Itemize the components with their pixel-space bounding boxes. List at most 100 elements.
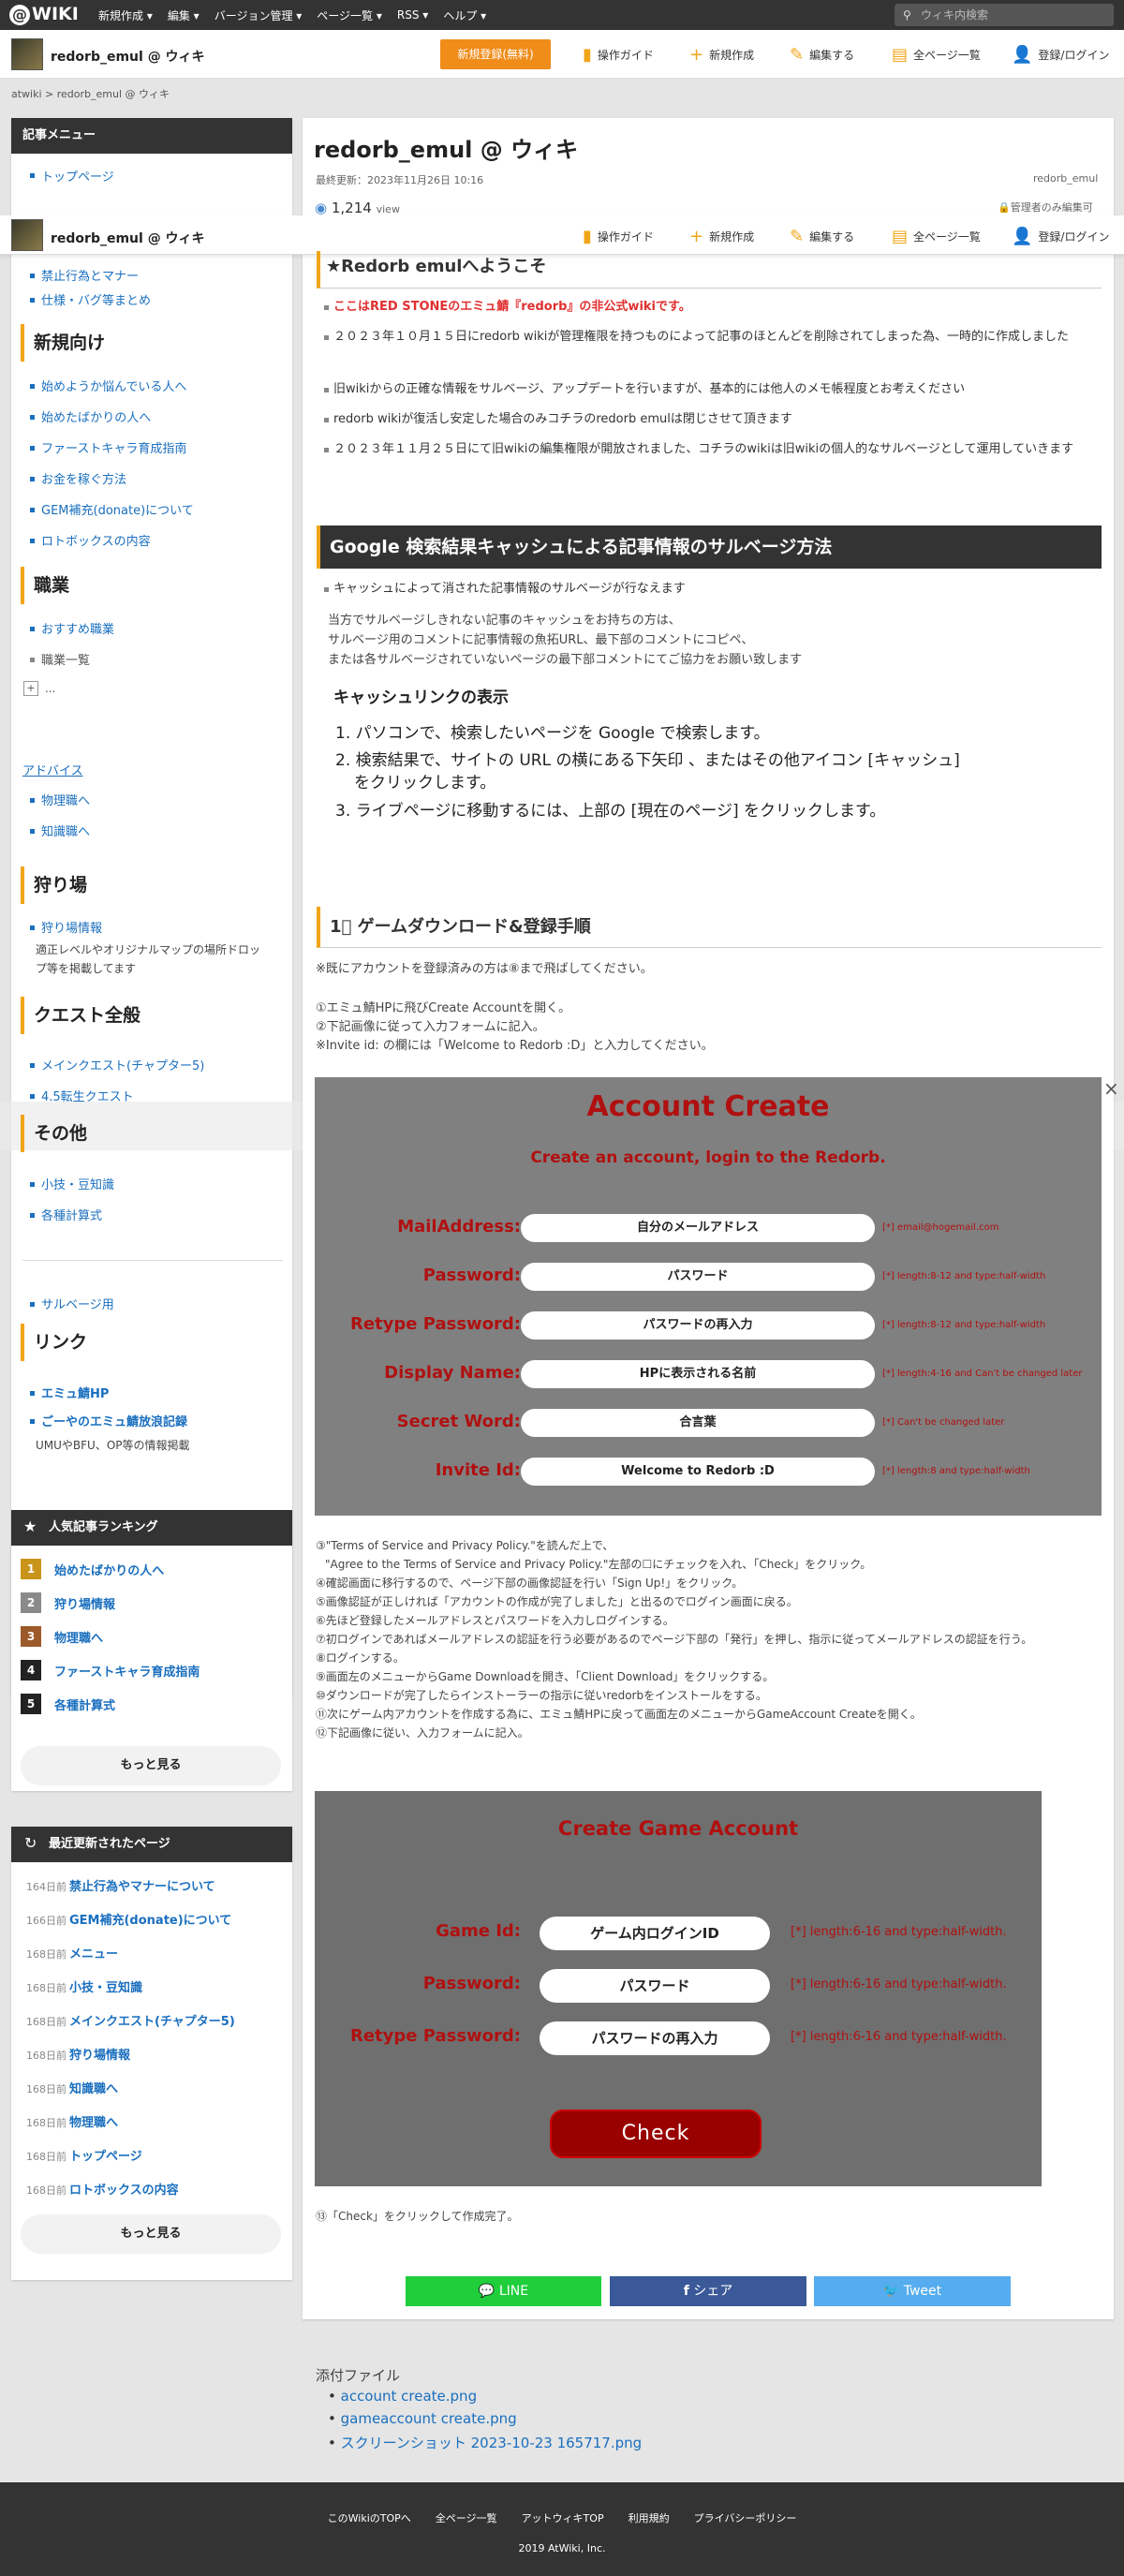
document-icon: ▤	[892, 44, 909, 65]
check-button-image: Check	[550, 2110, 762, 2158]
nav-pages[interactable]: ページ一覧 ▾	[317, 7, 382, 23]
recent-item[interactable]: 166日前 GEM補充(donate)について	[26, 1910, 231, 1928]
field-note: [*] length:8-12 and type:half-width	[882, 1271, 1046, 1281]
guide-link[interactable]: ▮ 操作ガイド	[583, 46, 654, 63]
recent-item[interactable]: 168日前 ロトボックスの内容	[26, 2180, 179, 2198]
footer-link[interactable]: このWikiのTOPへ	[328, 2510, 411, 2525]
field-note: [*] length:6-16 and type:half-width.	[791, 1977, 1007, 1991]
new-page-link[interactable]: + 新規作成	[689, 228, 754, 244]
site-logo-image[interactable]	[11, 219, 43, 251]
cache-para: 当方でサルベージしきれない記事のキャッシュをお持ちの方は、	[328, 614, 681, 628]
recent-more-button[interactable]: もっと見る	[21, 2214, 281, 2254]
footer-link[interactable]: 全ページ一覧	[436, 2510, 497, 2525]
site-header: redorb_emul @ ウィキ 新規登録(無料) ▮ 操作ガイド + 新規作成 …	[0, 30, 1124, 79]
nav-help[interactable]: ヘルプ ▾	[443, 7, 486, 23]
attachment-link[interactable]: • スクリーンショット 2023-10-23 165717.png	[328, 2433, 642, 2452]
new-page-link[interactable]: + 新規作成	[689, 46, 754, 63]
intro-line: 旧wikiからの正確な情報をサルベージ、アップデートを行いますが、基本的には他人…	[324, 380, 1092, 399]
sidebar-item[interactable]: 物理職へ	[41, 791, 90, 808]
sidebar-item[interactable]: ファーストキャラ育成指南	[41, 438, 186, 456]
sidebar-item[interactable]: 各種計算式	[41, 1206, 102, 1223]
sidebar-item[interactable]: お金を稼ぐ方法	[41, 469, 126, 487]
all-pages-link[interactable]: ▤ 全ページ一覧	[892, 228, 981, 244]
ranking-item[interactable]: 5 各種計算式	[21, 1694, 115, 1714]
nav-edit[interactable]: 編集 ▾	[168, 7, 200, 23]
sidebar-item[interactable]: ロトボックスの内容	[41, 531, 151, 549]
twitter-share-button[interactable]: 🐦 Tweet	[814, 2276, 1011, 2306]
game-account-image: Create Game Account Game Id: ゲーム内ログインID …	[315, 1791, 1042, 2186]
facebook-share-button[interactable]: f シェア	[610, 2276, 806, 2306]
footer-link[interactable]: アットウィキTOP	[522, 2510, 604, 2525]
footer-link[interactable]: プライバシーポリシー	[694, 2510, 797, 2525]
field-note: [*] length:6-16 and type:half-width.	[791, 1925, 1007, 1939]
recent-item[interactable]: 168日前 物理職へ	[26, 2112, 118, 2130]
cache-bullet: キャッシュによって消された記事情報のサルベージが行なえます	[324, 580, 1083, 599]
sidebar-item[interactable]: 知識職へ	[41, 822, 90, 839]
hunting-note: 適正レベルやオリジナルマップの場所ドロップ等を掲載してます	[36, 943, 261, 975]
sidebar-item[interactable]: 狩り場情報	[41, 918, 102, 936]
recent-item[interactable]: 168日前 メインクエスト(チャプター5)	[26, 2011, 235, 2029]
star-icon: ★	[23, 1517, 37, 1535]
sidebar-item[interactable]: 始めようか悩んでいる人へ	[41, 377, 186, 394]
sidebar-item-salvage[interactable]: サルベージ用	[41, 1295, 114, 1312]
field-label: Display Name:	[384, 1363, 521, 1383]
search-input[interactable]: ⚲ ウィキ内検索	[895, 4, 1114, 26]
attachment-link[interactable]: • account create.png	[328, 2388, 477, 2405]
edit-link[interactable]: ✎ 編集する	[790, 228, 854, 244]
all-pages-link[interactable]: ▤ 全ページ一覧	[892, 44, 981, 65]
footer-link[interactable]: 利用規約	[629, 2510, 670, 2525]
field-label: Retype Password:	[349, 2026, 521, 2046]
welcome-heading: ★Redorb emulへようこそ	[317, 251, 1102, 289]
register-button[interactable]: 新規登録(無料)	[440, 39, 551, 69]
guide-link[interactable]: ▮ 操作ガイド	[583, 228, 654, 244]
sidebar-item-top[interactable]: トップページ	[41, 167, 114, 185]
login-link[interactable]: 👤 登録/ログイン	[1012, 44, 1109, 65]
atwiki-logo[interactable]: @ WIKI	[9, 4, 84, 26]
sidebar-item[interactable]: GEM補充(donate)について	[41, 500, 194, 518]
expand-toggle[interactable]: +	[23, 681, 38, 696]
breadcrumb[interactable]: atwiki > redorb_emul @ ウィキ	[11, 86, 170, 101]
field-input: 自分のメールアドレス	[521, 1214, 875, 1242]
sidebar-item[interactable]: メインクエスト(チャプター5)	[41, 1056, 204, 1073]
sidebar-item[interactable]: 小技・豆知識	[41, 1175, 114, 1192]
account-create-image: Account Create Create an account, login …	[315, 1077, 1102, 1516]
nav-version[interactable]: バージョン管理 ▾	[214, 7, 303, 23]
site-name[interactable]: redorb_emul @ ウィキ	[51, 47, 205, 66]
ranking-item[interactable]: 3 物理職へ	[21, 1626, 103, 1647]
recent-item[interactable]: 168日前 知識職へ	[26, 2079, 118, 2096]
sidebar-item[interactable]: おすすめ職業	[41, 619, 114, 637]
ranking-item[interactable]: 4 ファーストキャラ育成指南	[21, 1660, 200, 1680]
recent-item[interactable]: 168日前 メニュー	[26, 1944, 118, 1962]
edit-link[interactable]: ✎ 編集する	[790, 44, 854, 65]
close-icon[interactable]: ×	[1103, 1077, 1119, 1100]
recent-item[interactable]: 168日前 トップページ	[26, 2146, 142, 2164]
ranking-more-button[interactable]: もっと見る	[21, 1746, 281, 1785]
recent-item[interactable]: 168日前 狩り場情報	[26, 2045, 130, 2063]
sidebar-item-rules[interactable]: 禁止行為とマナー	[41, 266, 139, 284]
pencil-icon: ✎	[790, 44, 805, 65]
recent-item[interactable]: 164日前 禁止行為やマナーについて	[26, 1876, 215, 1894]
page-author[interactable]: redorb_emul	[1033, 172, 1098, 185]
lock-icon: 🔒	[998, 201, 1011, 214]
sidebar-item-spec[interactable]: 仕様・バグ等まとめ	[41, 290, 151, 308]
ranking-item[interactable]: 1 始めたばかりの人へ	[21, 1559, 164, 1579]
user-icon: 👤	[1012, 44, 1033, 65]
sidebar-item[interactable]: ごーやのエミュ鯖放浪記録	[41, 1412, 187, 1429]
expand-label: ...	[45, 682, 56, 695]
site-name[interactable]: redorb_emul @ ウィキ	[51, 229, 205, 247]
attachment-link[interactable]: • gameaccount create.png	[328, 2410, 517, 2427]
login-link[interactable]: 👤 登録/ログイン	[1012, 228, 1109, 244]
download-intro: ※既にアカウントを登録済みの方は⑧まで飛ばしてください。	[316, 962, 653, 976]
page-title: redorb_emul @ ウィキ	[314, 137, 579, 163]
line-share-button[interactable]: 💬 LINE	[406, 2276, 601, 2306]
sidebar-item[interactable]: エミュ鯖HP	[41, 1384, 109, 1401]
ranking-item[interactable]: 2 狩り場情報	[21, 1592, 115, 1613]
sidebar-section-advice[interactable]: アドバイス	[22, 761, 83, 778]
sidebar-section-beginners: 新規向け	[21, 324, 292, 362]
recent-item[interactable]: 168日前 小技・豆知識	[26, 1977, 142, 1995]
footer: このWikiのTOPへ 全ページ一覧 アットウィキTOP 利用規約 プライバシー…	[0, 2482, 1124, 2576]
site-logo-image[interactable]	[11, 38, 43, 70]
nav-new[interactable]: 新規作成 ▾	[98, 7, 153, 23]
nav-rss[interactable]: RSS ▾	[397, 8, 428, 22]
sidebar-item[interactable]: 始めたばかりの人へ	[41, 407, 151, 425]
